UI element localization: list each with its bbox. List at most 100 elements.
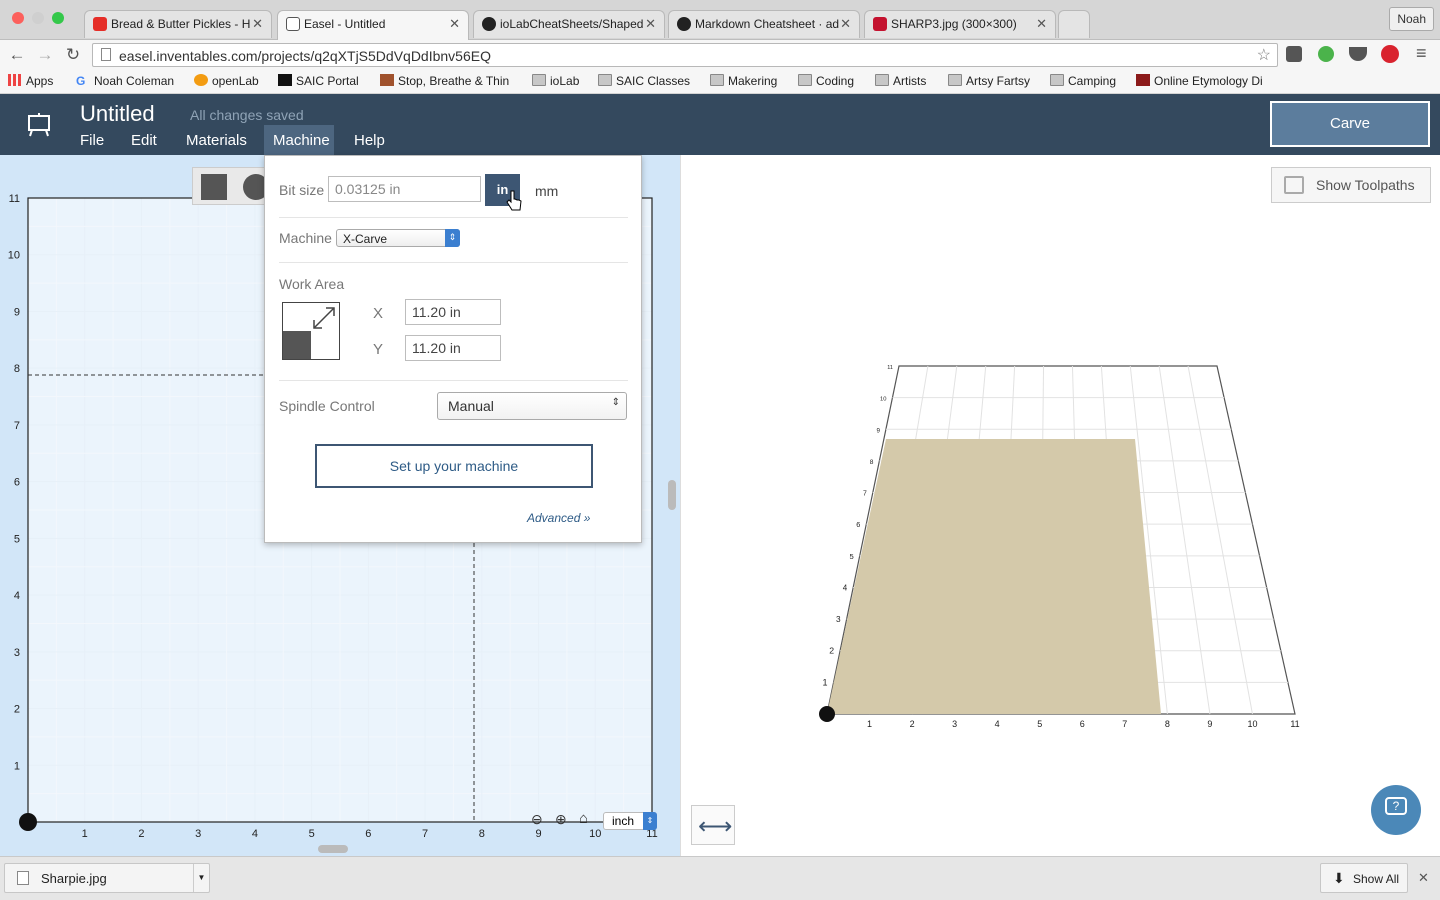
bookmark-iolab[interactable]: ioLab <box>532 74 579 88</box>
pocket-icon[interactable] <box>1349 47 1367 61</box>
evernote-icon[interactable] <box>1318 46 1334 62</box>
advanced-link[interactable]: Advanced » <box>527 511 590 525</box>
close-icon[interactable]: ✕ <box>449 16 460 32</box>
y-tick-label: 1 <box>14 760 20 772</box>
work-area-icon <box>282 302 340 360</box>
folder-icon <box>598 74 612 86</box>
setup-machine-button[interactable]: Set up your machine <box>315 444 593 488</box>
tab-iolab[interactable]: ioLabCheatSheets/Shaped ✕ <box>473 10 665 38</box>
horizontal-scrollbar[interactable] <box>318 845 348 853</box>
preview-x-tick-label: 11 <box>1290 719 1299 729</box>
horizontal-arrows-icon: ⟷ <box>698 813 733 840</box>
bookmark-saic-classes[interactable]: SAIC Classes <box>598 74 690 88</box>
preview-y-tick-label: 8 <box>870 459 874 466</box>
x-tick-label: 3 <box>195 828 201 840</box>
zoom-out-icon[interactable]: ⊖ <box>531 811 543 828</box>
x-tick-label: 4 <box>252 828 258 840</box>
pane-splitter[interactable] <box>668 480 676 510</box>
extension-icon[interactable] <box>1286 46 1302 62</box>
menu-help[interactable]: Help <box>354 132 385 149</box>
unit-select[interactable]: inch ⇕ <box>603 812 657 830</box>
forward-icon[interactable]: → <box>34 45 56 65</box>
3d-preview[interactable]: 1 2 3 4 5 6 7 8 9 10 11 1234567891011 <box>681 155 1440 855</box>
square-shape-icon[interactable] <box>201 174 227 200</box>
adblock-icon[interactable] <box>1381 45 1399 63</box>
help-chat-button[interactable]: ? <box>1371 785 1421 835</box>
github-icon <box>482 17 496 31</box>
tab-easel[interactable]: Easel - Untitled ✕ <box>277 10 469 41</box>
folder-icon <box>798 74 812 86</box>
bookmark-openlab[interactable]: openLab <box>194 74 259 88</box>
shape-toolbar <box>192 167 270 205</box>
x-tick-label: 8 <box>479 828 485 840</box>
project-title[interactable]: Untitled <box>80 101 155 127</box>
divider <box>279 380 628 381</box>
back-icon[interactable]: ← <box>6 45 28 65</box>
menu-file[interactable]: File <box>80 132 104 149</box>
close-icon[interactable]: ✕ <box>1036 16 1047 32</box>
close-icon[interactable]: ✕ <box>1418 870 1429 886</box>
preview-x-tick-label: 7 <box>1122 719 1127 729</box>
maximize-window-button[interactable] <box>52 12 64 24</box>
dropdown-arrow-icon[interactable]: ▼ <box>193 864 209 892</box>
carve-button[interactable]: Carve <box>1270 101 1430 147</box>
close-icon[interactable]: ✕ <box>252 16 263 32</box>
star-icon[interactable]: ☆ <box>1257 45 1271 65</box>
tab-sharp3[interactable]: SHARP3.jpg (300×300) ✕ <box>864 10 1056 38</box>
bookmark-stop-breathe[interactable]: Stop, Breathe & Thin <box>380 74 509 88</box>
download-icon: ⬇ <box>1333 870 1345 886</box>
address-bar[interactable]: easel.inventables.com/projects/q2qXTjS5D… <box>92 43 1278 67</box>
bookmark-makering[interactable]: Makering <box>710 74 777 88</box>
url-text[interactable]: easel.inventables.com/projects/q2qXTjS5D… <box>119 48 491 64</box>
preview-x-tick-label: 9 <box>1207 719 1212 729</box>
y-tick-label: 9 <box>14 306 20 318</box>
close-icon[interactable]: ✕ <box>645 16 656 32</box>
y-tick-label: 11 <box>9 193 20 205</box>
minimize-window-button[interactable] <box>32 12 44 24</box>
profile-button[interactable]: Noah <box>1389 7 1434 31</box>
bit-size-input[interactable] <box>328 176 481 202</box>
close-icon[interactable]: ✕ <box>840 16 851 32</box>
bookmark-apps[interactable]: Apps <box>8 74 53 88</box>
download-bar: Sharpie.jpg ▼ ⬇ Show All ✕ <box>0 856 1440 900</box>
origin-marker <box>819 706 835 722</box>
menu-materials[interactable]: Materials <box>186 132 247 149</box>
close-window-button[interactable] <box>12 12 24 24</box>
expand-pane-button[interactable]: ⟷ <box>691 805 735 845</box>
spindle-control-select[interactable]: Manual ⇕ <box>437 392 627 420</box>
tab-title: ioLabCheatSheets/Shaped <box>500 17 644 31</box>
site-icon <box>380 74 394 86</box>
y-tick-label: 5 <box>14 533 20 545</box>
bookmark-artists[interactable]: Artists <box>875 74 926 88</box>
tab-pickles[interactable]: Bread & Butter Pickles - H ✕ <box>84 10 272 38</box>
bookmark-camping[interactable]: Camping <box>1050 74 1116 88</box>
reload-icon[interactable]: ↻ <box>62 45 84 65</box>
home-icon[interactable]: ⌂ <box>579 810 588 827</box>
preview-y-tick-label: 3 <box>836 614 841 624</box>
divider <box>279 262 628 263</box>
preview-y-tick-label: 4 <box>843 583 848 592</box>
bookmark-noah-coleman[interactable]: G Noah Coleman <box>76 74 174 88</box>
folder-icon <box>710 74 724 86</box>
x-label: X <box>373 305 384 322</box>
menu-machine[interactable]: Machine <box>273 132 330 149</box>
show-all-button[interactable]: ⬇ Show All <box>1320 863 1408 893</box>
download-item[interactable]: Sharpie.jpg ▼ <box>4 863 210 893</box>
machine-select[interactable]: X-Carve ⇕ <box>336 229 460 247</box>
bookmark-saic-portal[interactable]: SAIC Portal <box>278 74 359 88</box>
zoom-in-icon[interactable]: ⊕ <box>555 811 567 828</box>
folder-icon <box>532 74 546 86</box>
bookmark-etymology[interactable]: Online Etymology Di <box>1136 74 1270 88</box>
bookmark-coding[interactable]: Coding <box>798 74 854 88</box>
work-area-label: Work Area <box>279 276 345 292</box>
bookmark-artsy-fartsy[interactable]: Artsy Fartsy <box>948 74 1030 88</box>
tab-markdown[interactable]: Markdown Cheatsheet · ad ✕ <box>668 10 860 38</box>
unit-mm-toggle[interactable]: mm <box>535 183 558 199</box>
menu-edit[interactable]: Edit <box>131 132 157 149</box>
work-area-x-input[interactable] <box>405 299 501 325</box>
new-tab-button[interactable] <box>1058 10 1090 38</box>
easel-logo-icon[interactable] <box>26 112 52 138</box>
work-area-y-input[interactable] <box>405 335 501 361</box>
x-tick-label: 2 <box>138 828 144 840</box>
menu-icon[interactable]: ≡ <box>1416 43 1427 64</box>
